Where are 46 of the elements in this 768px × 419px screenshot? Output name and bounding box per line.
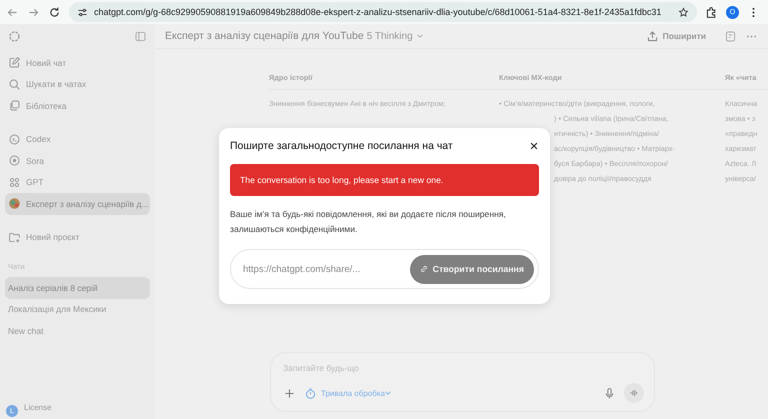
sidebar-item[interactable]: Новий проєкт	[5, 226, 150, 248]
logo-icon[interactable]	[8, 30, 21, 43]
voice-button[interactable]	[624, 383, 644, 403]
mode-button[interactable]: Тривала обробка	[304, 386, 392, 400]
microphone-icon[interactable]	[603, 386, 616, 400]
terminal-icon	[8, 132, 21, 146]
chat-title[interactable]: Експерт з аналізу сценаріїв для YouTube	[165, 30, 364, 42]
plus-icon[interactable]	[283, 386, 296, 400]
site-settings-icon[interactable]	[77, 6, 88, 18]
sidebar-item[interactable]: Шукати в чатах	[5, 74, 150, 95]
address-bar[interactable]: chatgpt.com/g/g-68c92990590881919a609849b288d08e-ekspert-z-analizu-stsenariiv-dlia-youtube/c/68d10061-51a4-8321-8e1f-2435a1fdbc31	[69, 2, 697, 22]
chevron-down-icon	[384, 389, 392, 397]
library-icon	[8, 99, 21, 112]
folder-plus-icon	[8, 230, 21, 244]
share-icon	[646, 30, 659, 42]
notes-icon[interactable]	[724, 30, 737, 42]
close-icon[interactable]	[529, 140, 539, 150]
sidebar-item[interactable]: Codex	[5, 128, 150, 150]
chat-item[interactable]: Локалізація для Мексики	[5, 298, 150, 320]
waveform-icon	[628, 387, 640, 399]
sidebar-item[interactable]: Експерт з аналізу сценаріїв д...	[5, 193, 150, 214]
chat-item[interactable]: Аналіз серіалів 8 серій	[5, 277, 150, 298]
model-selector[interactable]: 5 Thinking	[366, 30, 413, 42]
sidebar-item[interactable]: Бібліотека	[5, 95, 150, 116]
extensions-icon[interactable]	[705, 6, 718, 18]
grid-icon	[8, 176, 21, 189]
dialog-title: Поширте загальнодоступне посилання на чат	[230, 140, 453, 152]
chevron-down-icon[interactable]	[416, 32, 424, 40]
share-button[interactable]: Поширити	[646, 30, 706, 42]
sidebar-item[interactable]: Sora	[5, 150, 150, 172]
sidebar-toggle-icon[interactable]	[134, 30, 147, 43]
link-icon	[418, 264, 429, 274]
reload-icon[interactable]	[48, 6, 61, 18]
sidebar-item[interactable]: GPT	[5, 172, 150, 193]
timer-icon	[304, 386, 317, 400]
sidebar-item[interactable]: Новий чат	[5, 52, 150, 74]
error-banner: The conversation is too long, please start a new one.	[230, 164, 539, 196]
account-name: License	[24, 403, 52, 412]
url-text: chatgpt.com/g/g-68c92990590881919a609849b288d08e-ekspert-z-analizu-stsenariiv-dlia-youtube/c/68d10061-51a4-8321-8e1f-2435a1fdbc31	[94, 7, 662, 17]
edit-icon	[8, 56, 21, 70]
star-icon[interactable]	[678, 6, 689, 18]
search-icon	[8, 78, 21, 91]
gpt-avatar-icon	[8, 197, 21, 210]
privacy-note: Ваше ім’я та будь-які повідомлення, які ви додаєте після поширення, залишаються конфіденційними.	[230, 208, 507, 236]
record-icon	[8, 154, 21, 168]
chat-item[interactable]: New chat	[5, 320, 150, 342]
